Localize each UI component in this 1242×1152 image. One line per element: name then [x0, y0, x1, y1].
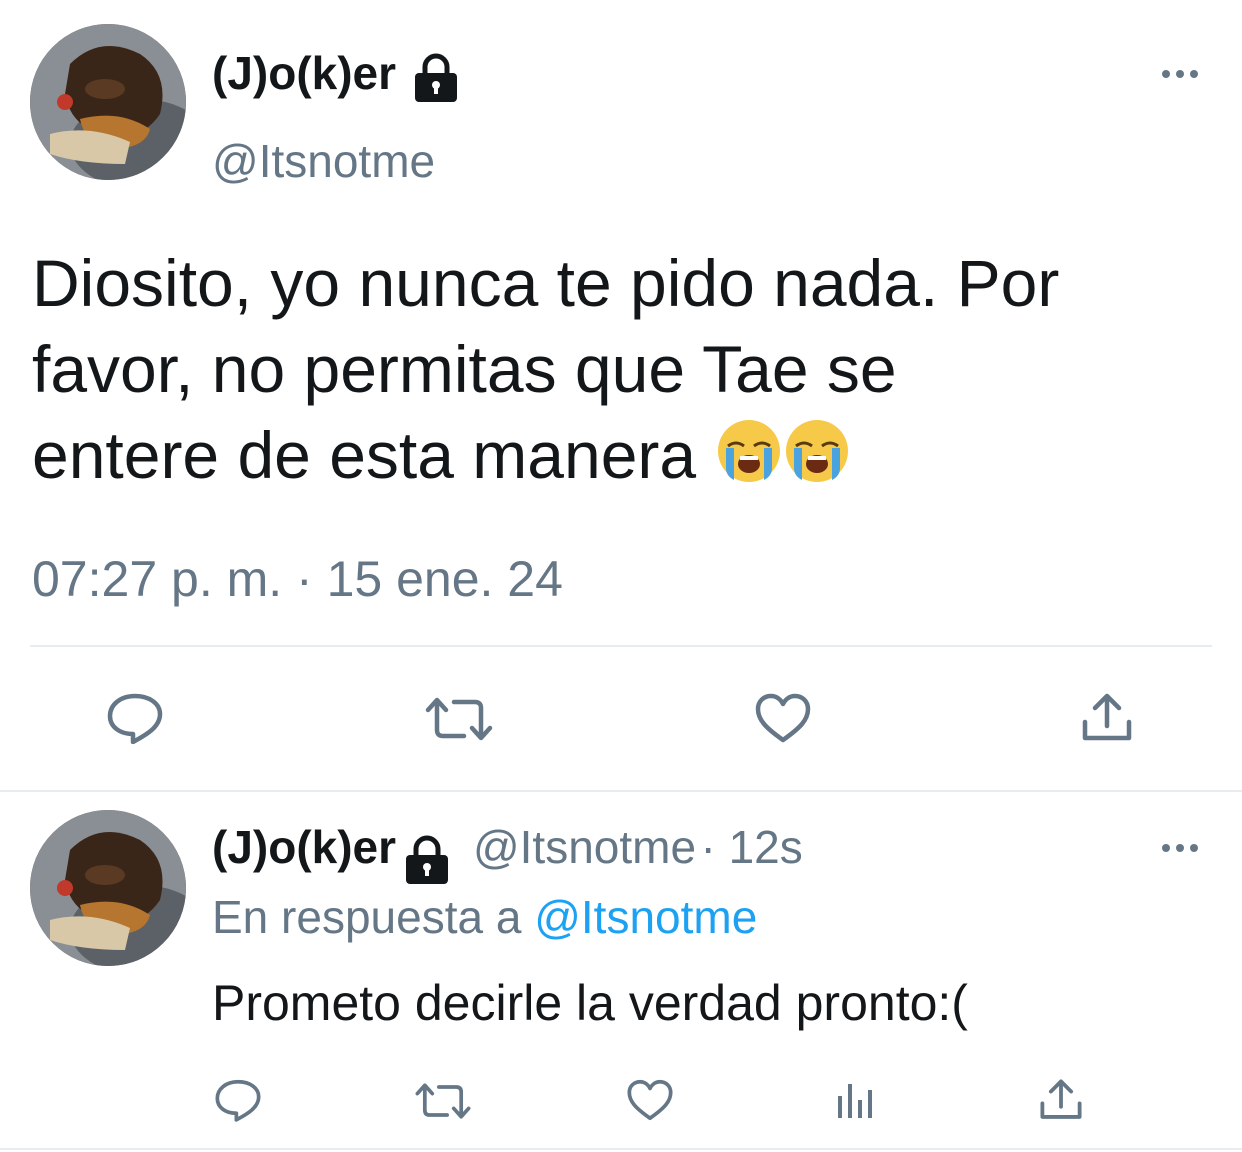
retweet-icon[interactable] — [424, 696, 494, 742]
reply-text: Prometo decirle la verdad pronto:( — [212, 975, 968, 1031]
divider — [0, 1148, 1242, 1150]
author-name-text[interactable]: (J)o(k)er — [212, 821, 396, 873]
tweet-text: Diosito, yo nunca te pido nada. Por favo… — [32, 240, 1059, 504]
author-handle[interactable]: @Itsnotme — [473, 821, 696, 873]
tweet-line: Diosito, yo nunca te pido nada. Por — [32, 246, 1060, 320]
like-icon[interactable] — [626, 1078, 674, 1122]
tweet-timestamp[interactable]: 07:27 p. m. · 15 ene. 24 — [32, 550, 563, 608]
avatar[interactable] — [30, 24, 186, 180]
author-handle[interactable]: @Itsnotme — [212, 134, 435, 188]
avatar[interactable] — [30, 810, 186, 966]
loudly-crying-emoji-icon — [784, 418, 850, 504]
lock-icon — [400, 832, 454, 886]
analytics-icon[interactable] — [834, 1078, 878, 1122]
more-options-icon[interactable] — [1158, 64, 1202, 84]
share-icon[interactable] — [1080, 692, 1134, 744]
replying-to: En respuesta a @Itsnotme — [212, 890, 757, 944]
tweet-line: favor, no permitas que Tae se — [32, 332, 897, 406]
like-icon[interactable] — [754, 692, 812, 744]
tweet-line-with-emoji: entere de esta manera — [32, 412, 1059, 504]
replying-to-handle-link[interactable]: @Itsnotme — [534, 891, 757, 943]
reply-header: (J)o(k)er @Itsnotme · 12s — [212, 820, 803, 886]
reply-icon[interactable] — [106, 692, 164, 744]
tweet-time-ago[interactable]: · 12s — [701, 821, 803, 873]
reply-icon[interactable] — [214, 1078, 262, 1122]
author-name-text[interactable]: (J)o(k)er — [212, 47, 396, 99]
divider — [30, 645, 1212, 647]
loudly-crying-emoji-icon — [716, 418, 782, 504]
share-icon[interactable] — [1038, 1078, 1084, 1122]
author-name[interactable]: (J)o(k)er — [212, 46, 463, 104]
more-options-icon[interactable] — [1158, 838, 1202, 858]
retweet-icon[interactable] — [414, 1082, 472, 1120]
tweet-line: entere de esta manera — [32, 418, 697, 492]
replying-to-label: En respuesta a — [212, 891, 522, 943]
lock-icon — [409, 50, 463, 104]
divider — [0, 790, 1242, 792]
